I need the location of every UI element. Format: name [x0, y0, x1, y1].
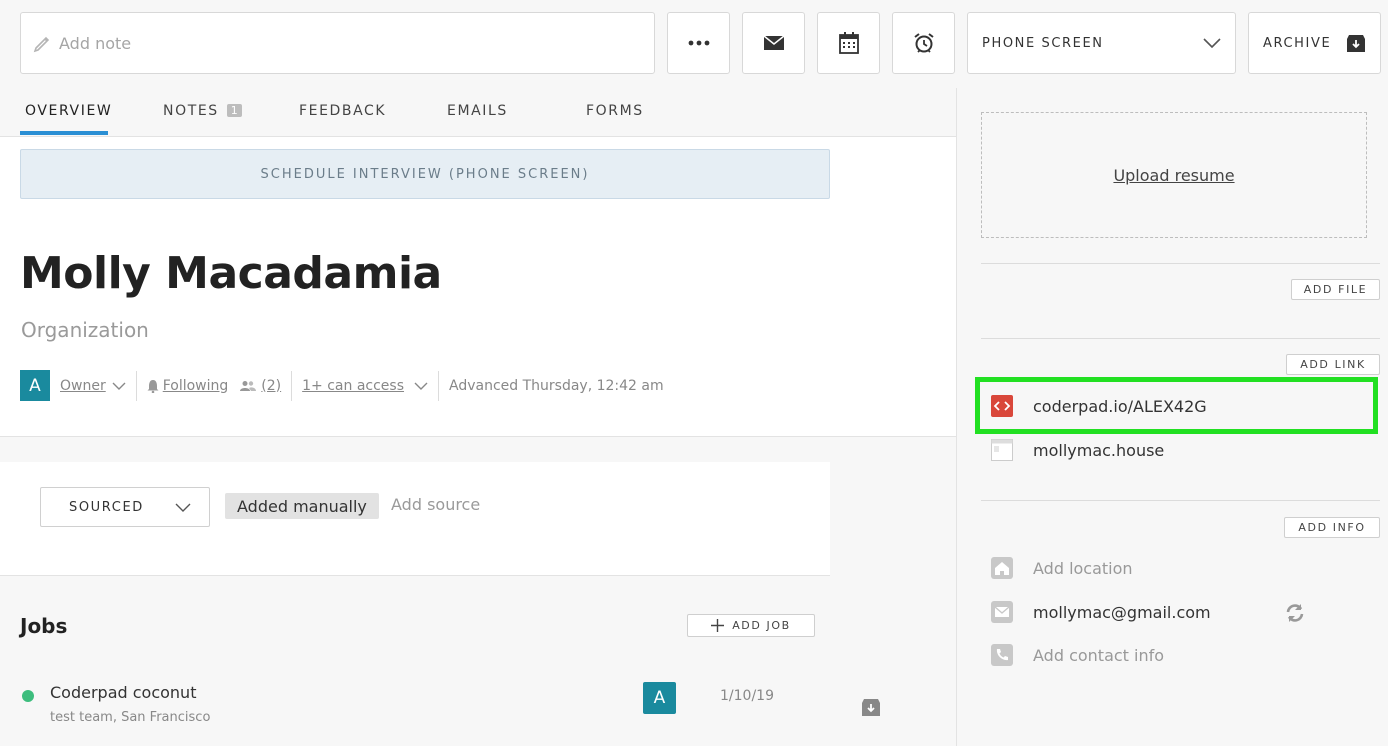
archive-label: ARCHIVE — [1263, 35, 1332, 51]
link-item-website[interactable]: mollymac.house — [991, 439, 1164, 461]
tab-notes[interactable]: NOTES 1 — [163, 103, 242, 119]
ellipsis-icon — [688, 40, 709, 46]
stage-select[interactable]: PHONE SCREEN — [967, 12, 1236, 74]
divider — [981, 500, 1380, 501]
candidate-organization[interactable]: Organization — [21, 318, 149, 342]
followers-count[interactable]: (2) — [261, 378, 281, 394]
more-options-button[interactable] — [667, 12, 730, 74]
link-text: mollymac.house — [1033, 440, 1165, 460]
upload-resume-link[interactable]: Upload resume — [1113, 166, 1234, 185]
tab-bar: OVERVIEW NOTES 1 FEEDBACK EMAILS FORMS — [0, 88, 956, 137]
tab-overview[interactable]: OVERVIEW — [25, 103, 112, 119]
archive-button[interactable]: ARCHIVE — [1248, 12, 1381, 74]
chevron-down-icon[interactable] — [414, 382, 428, 390]
email-row[interactable]: mollymac@gmail.com — [991, 601, 1211, 623]
add-contact-info-row[interactable]: Add contact info — [991, 644, 1164, 666]
schedule-button[interactable] — [817, 12, 880, 74]
bell-icon — [147, 379, 159, 393]
add-link-button[interactable]: ADD LINK — [1286, 354, 1380, 375]
divider — [438, 370, 440, 401]
active-tab-indicator — [20, 131, 108, 135]
chevron-down-icon — [1203, 38, 1221, 48]
stage-select-value: PHONE SCREEN — [982, 35, 1104, 51]
candidate-name: Molly Macadamia — [20, 248, 442, 299]
sync-icon[interactable] — [1284, 602, 1306, 624]
pencil-icon — [33, 36, 50, 53]
tab-emails-label: EMAILS — [447, 103, 508, 119]
following-link[interactable]: Following — [163, 378, 229, 394]
schedule-interview-button[interactable]: SCHEDULE INTERVIEW (PHONE SCREEN) — [20, 149, 830, 199]
home-icon — [991, 557, 1013, 579]
advanced-timestamp: Advanced Thursday, 12:42 am — [449, 377, 664, 394]
phone-icon — [991, 644, 1013, 666]
followers-icon — [240, 380, 257, 391]
upload-resume-dropzone[interactable]: Upload resume — [981, 112, 1367, 238]
owner-avatar: A — [20, 370, 50, 401]
job-date: 1/10/19 — [720, 688, 774, 704]
origin-select[interactable]: SOURCED — [40, 487, 210, 527]
add-note-input[interactable]: Add note — [20, 12, 655, 74]
tab-feedback[interactable]: FEEDBACK — [299, 103, 386, 119]
email-button[interactable] — [742, 12, 805, 74]
tab-feedback-label: FEEDBACK — [299, 103, 387, 119]
archive-box-icon — [1347, 35, 1365, 52]
job-status-dot — [22, 690, 34, 702]
add-note-placeholder: Add note — [59, 33, 132, 53]
alarm-clock-icon — [913, 33, 934, 53]
archive-box-icon[interactable] — [861, 697, 881, 717]
job-team-location: test team, San Francisco — [50, 710, 211, 725]
divider — [981, 338, 1380, 339]
owner-dropdown[interactable]: Owner — [60, 378, 106, 394]
candidate-meta-row: A Owner Following (2) 1+ can access Adva… — [20, 370, 664, 401]
chevron-down-icon — [175, 503, 191, 512]
add-location-row[interactable]: Add location — [991, 557, 1133, 579]
divider — [135, 370, 137, 401]
tab-overview-label: OVERVIEW — [25, 103, 113, 119]
highlight-box — [975, 377, 1378, 434]
job-owner-avatar: A — [643, 682, 676, 714]
divider — [291, 370, 293, 401]
add-job-label: ADD JOB — [732, 619, 791, 632]
sidebar-divider — [956, 88, 957, 746]
schedule-interview-label: SCHEDULE INTERVIEW (PHONE SCREEN) — [260, 166, 590, 182]
job-title-link[interactable]: Coderpad coconut — [50, 683, 196, 702]
add-file-button[interactable]: ADD FILE — [1291, 279, 1380, 300]
add-location-text: Add location — [1033, 558, 1133, 578]
calendar-icon — [838, 32, 859, 54]
add-job-button[interactable]: ADD JOB — [687, 614, 815, 637]
chevron-down-icon[interactable] — [112, 382, 126, 390]
origin-select-value: SOURCED — [69, 499, 144, 515]
webpage-icon — [991, 439, 1013, 461]
jobs-heading: Jobs — [20, 614, 68, 638]
envelope-icon — [763, 35, 784, 50]
add-source-input[interactable]: Add source — [391, 495, 480, 514]
tab-forms[interactable]: FORMS — [586, 103, 644, 119]
notes-count-badge: 1 — [226, 104, 242, 117]
plus-icon — [711, 619, 725, 632]
access-dropdown[interactable]: 1+ can access — [302, 378, 404, 394]
tab-notes-label: NOTES — [163, 103, 219, 119]
reminder-button[interactable] — [892, 12, 955, 74]
tab-forms-label: FORMS — [586, 103, 644, 119]
add-contact-info-text: Add contact info — [1033, 645, 1165, 665]
add-info-button[interactable]: ADD INFO — [1284, 517, 1380, 538]
email-icon — [991, 601, 1013, 623]
divider — [981, 263, 1380, 264]
source-tag[interactable]: Added manually — [225, 493, 379, 519]
tab-emails[interactable]: EMAILS — [447, 103, 508, 119]
email-text: mollymac@gmail.com — [1033, 602, 1211, 622]
